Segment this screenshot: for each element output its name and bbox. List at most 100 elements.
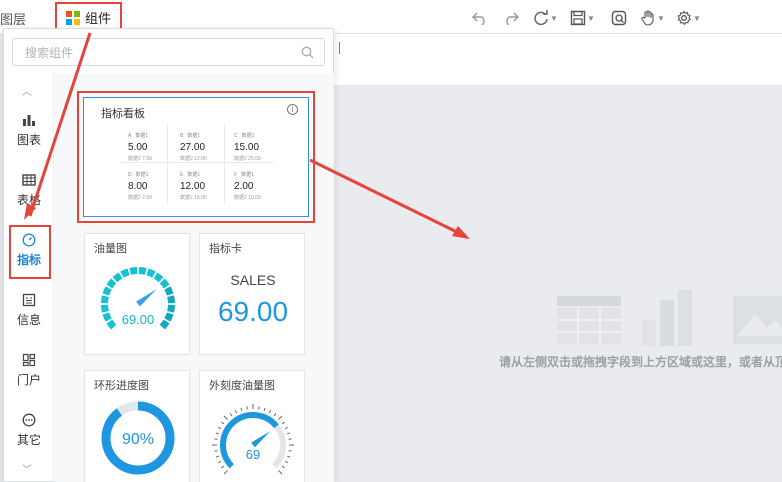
kpi-cell: D 数据1 8.00 数据2 2.00	[128, 165, 184, 205]
kpi-cell-caption: 数据1	[187, 133, 201, 139]
search-icon	[301, 46, 314, 59]
gauge-segment	[120, 268, 130, 278]
gauge-segment	[167, 295, 175, 304]
dial-tick	[263, 407, 266, 411]
kpi-cell-caption: 数据1	[241, 133, 255, 139]
kpi-cell-value: 2.00	[234, 181, 254, 192]
preview-icon[interactable]	[611, 9, 627, 27]
table-icon	[22, 173, 36, 186]
category-label: 门户	[16, 372, 41, 387]
hand-icon[interactable]: ▼	[640, 9, 665, 27]
kpi-cell-value: 27.00	[180, 142, 206, 153]
dial-tick	[234, 410, 238, 414]
kpi-cell-value: 8.00	[128, 181, 148, 192]
kpi-cell: A 数据1 5.00 数据2 7.00	[128, 126, 184, 166]
gauge-segment	[138, 267, 147, 275]
kpi-cell-label: C	[234, 133, 238, 139]
dial-tick	[268, 410, 272, 414]
field-drop-strip[interactable]	[334, 34, 782, 86]
category-table[interactable]: 表格	[4, 163, 54, 217]
chevron-down-icon: ▼	[693, 13, 701, 23]
category-other[interactable]: 其它	[4, 403, 54, 457]
kpi-cell-sub: 数据2 16.00	[180, 195, 207, 201]
category-info[interactable]: 信息	[4, 283, 54, 337]
dial-tick	[278, 415, 283, 420]
outer-gauge-preview: 69	[212, 404, 294, 475]
component-outer-scale-gauge[interactable]: 外刻度油量图 69	[199, 370, 305, 482]
category-metric[interactable]: 指标	[4, 223, 54, 279]
kpi-cell-sub: 数据2 12.00	[180, 156, 207, 162]
component-title: 指标看板	[101, 108, 145, 120]
gauge-segment	[101, 295, 109, 304]
kpi-cell-caption: 数据1	[135, 133, 149, 139]
layers-tab[interactable]: 图层	[0, 9, 26, 28]
scroll-down-icon[interactable]: ﹀	[22, 461, 32, 476]
component-title: 外刻度油量图	[209, 380, 275, 392]
category-label: 其它	[16, 432, 41, 447]
image-placeholder-icon	[733, 296, 782, 344]
gauge-segment	[102, 312, 112, 322]
category-chart[interactable]: 图表	[4, 103, 54, 157]
redo-icon[interactable]	[503, 9, 519, 27]
refresh-icon[interactable]: ▼	[533, 9, 558, 27]
kpi-cell: E 数据1 12.00 数据2 16.00	[180, 165, 236, 205]
ring-preview: 90%	[101, 401, 175, 475]
category-portal[interactable]: 门户	[4, 343, 54, 397]
category-label: 信息	[16, 312, 41, 327]
component-title: 油量图	[94, 243, 127, 255]
component-metric-card[interactable]: 指标卡 SALES 69.00	[199, 233, 305, 355]
component-search-input[interactable]: 搜索组件	[12, 38, 325, 66]
kpi-cell-sub: 数据2 7.00	[128, 156, 152, 162]
scroll-up-icon[interactable]: ︿	[22, 83, 32, 98]
dial-tick	[218, 426, 222, 430]
dial-tick	[273, 413, 277, 417]
portal-icon	[22, 353, 36, 366]
dial-value: 69	[246, 447, 260, 462]
kpi-cell-value: 15.00	[234, 142, 260, 153]
gauge-segment	[167, 304, 175, 313]
info-icon	[22, 293, 36, 306]
component-ring-progress[interactable]: 环形进度图 90%	[84, 370, 190, 482]
save-icon[interactable]: ▼	[570, 9, 595, 27]
undo-icon[interactable]	[472, 9, 488, 27]
settings-icon[interactable]: ▼	[676, 9, 701, 27]
kpi-cell-value: 5.00	[128, 142, 148, 153]
bar-chart-placeholder-icon	[642, 290, 692, 346]
kpi-cell-caption: 数据1	[135, 172, 149, 178]
kpi-cell-label: F	[234, 172, 238, 178]
dial-tick	[229, 413, 233, 417]
metric-caption: SALES	[230, 272, 276, 288]
dial-tick	[221, 465, 225, 469]
chevron-down-icon: ▼	[587, 13, 595, 23]
gauge-preview: 69.00	[101, 267, 175, 330]
gauge-value: 69.00	[122, 312, 155, 327]
component-gauge[interactable]: 油量图 69.00	[84, 233, 190, 355]
ring-value: 90%	[122, 431, 154, 448]
chart-icon	[23, 114, 35, 126]
table-placeholder-icon	[557, 296, 621, 344]
gauge-segment	[101, 304, 109, 313]
info-circle-icon[interactable]: i	[287, 104, 298, 115]
dial-tick	[281, 465, 285, 469]
kpi-cell-label: A	[128, 133, 132, 139]
gauge-segment	[102, 286, 112, 296]
dial-tick	[287, 432, 291, 435]
gauge-segment	[164, 312, 174, 322]
dial-tick	[240, 407, 243, 411]
dial-tick	[281, 421, 285, 425]
components-button-label: 组件	[85, 11, 112, 26]
component-kpi-board[interactable]: 指标看板 i A 数据1 5.00 数据2 7.00 B 数据1 27.00 数据2 12.0…	[83, 97, 309, 217]
category-label: 图表	[16, 132, 41, 147]
component-title: 指标卡	[209, 243, 242, 255]
dial-tick	[223, 470, 228, 475]
kpi-cell-caption: 数据1	[241, 172, 254, 178]
dial-tick	[284, 460, 288, 464]
kpi-cell: B 数据1 27.00 数据2 12.00	[180, 126, 236, 166]
gauge-segment	[129, 267, 138, 275]
chevron-down-icon: ▼	[657, 13, 665, 23]
metric-value: 69.00	[217, 296, 289, 327]
dial-tick	[287, 455, 291, 458]
component-title: 环形进度图	[94, 380, 149, 392]
category-label: 表格	[16, 192, 41, 207]
dial-tick	[223, 415, 228, 420]
